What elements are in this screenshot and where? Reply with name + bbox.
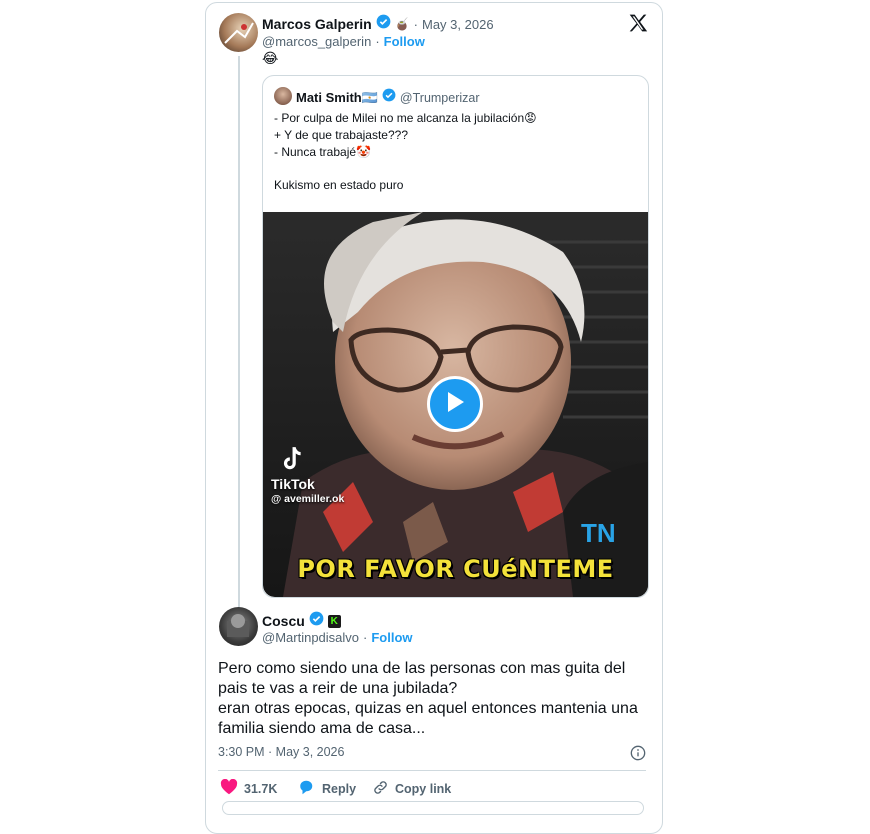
copy-link-button[interactable]: Copy link [372,779,451,799]
reply-line: Pero como siendo una de las personas con… [218,660,626,677]
copy-link-label: Copy link [395,782,452,796]
reply-tweet-text: Pero como siendo una de las personas con… [218,659,658,739]
reply-line: pais te vas a reir de una jubilada? [218,680,458,697]
follow-button[interactable]: Follow [384,34,425,49]
reply-button[interactable]: Reply [298,779,356,799]
reply-author-name[interactable]: Coscu [262,613,305,629]
verified-badge-icon [376,14,391,34]
quoted-line: + Y de que trabajaste??? [274,128,409,142]
reply-line: eran otras epocas, quizas en aquel enton… [218,700,638,717]
info-icon[interactable] [630,745,646,766]
quoted-line: - Nunca trabajé🤡 [274,145,371,159]
like-button[interactable]: 31.7K [220,778,278,798]
author-name[interactable]: Marcos Galperin [262,16,372,32]
video-thumbnail[interactable]: TN TikTok @ avemiller.ok POR FAVOR CUéNT… [263,212,648,597]
quoted-line: - Por culpa de Milei no me alcanza la ju… [274,111,537,125]
coscu-avatar[interactable] [219,607,258,646]
quoted-tweet[interactable]: Mati Smith🇦🇷 @Trumperizar - Por culpa de… [262,75,649,598]
verified-badge-icon [382,88,396,107]
tweet-timestamp[interactable]: 3:30 PM · May 3, 2026 [218,745,344,759]
tiktok-logo-icon [279,445,305,478]
profile-badge-emoji: 🧉 [394,17,410,31]
mati-avatar [274,87,292,105]
x-logo-icon[interactable] [628,13,648,38]
author-handle[interactable]: @marcos_galperin [262,34,371,49]
date-separator: · [413,16,418,32]
like-count: 31.7K [244,781,278,796]
tweet-date[interactable]: May 3, 2026 [422,17,494,32]
tiktok-watermark-user: @ avemiller.ok [271,493,345,505]
video-caption: POR FAVOR CUéNTEME [297,555,614,583]
heart-icon [220,778,238,798]
play-icon [444,390,466,419]
divider [218,770,646,771]
verified-badge-icon [309,611,324,631]
quoted-line: Kukismo en estado puro [274,178,404,192]
tiktok-watermark-app: TikTok [271,476,315,492]
tweet-text: 😂 [262,50,279,66]
follow-separator: · [375,34,380,49]
read-more-bar[interactable] [222,801,644,815]
channel-logo: TN [581,518,616,548]
thread-line [238,56,240,608]
quoted-author-name: Mati Smith🇦🇷 [296,89,378,105]
quoted-author-handle: @Trumperizar [399,90,480,105]
reply-bubble-icon [298,779,316,799]
reply-line: familia siendo ama de casa... [218,720,426,737]
follow-button[interactable]: Follow [371,630,412,645]
link-icon [372,779,389,799]
play-button[interactable] [427,376,483,432]
reply-author-handle[interactable]: @Martinpdisalvo [262,630,359,645]
reply-label: Reply [322,782,357,796]
marcos-avatar[interactable] [219,13,258,52]
follow-separator: · [363,630,368,645]
kick-badge: K [327,614,341,628]
